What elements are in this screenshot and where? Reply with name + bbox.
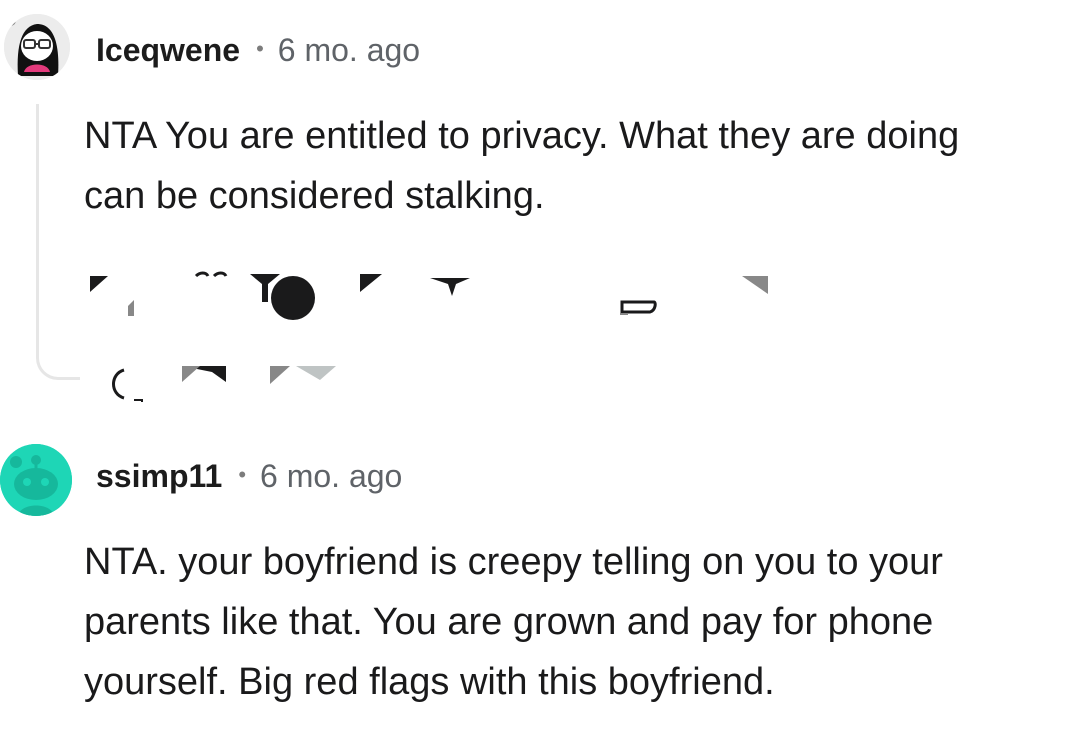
vote-count-fragment xyxy=(194,271,228,278)
snoo-avatar-icon xyxy=(0,444,72,516)
comment-text-line: NTA. your boyfriend is creepy telling on… xyxy=(84,541,943,583)
meta-separator: • xyxy=(238,461,247,487)
user-avatar[interactable] xyxy=(4,14,70,80)
more-options-icon[interactable] xyxy=(742,276,768,294)
reply-icon[interactable] xyxy=(360,274,382,292)
username[interactable]: ssimp11 xyxy=(96,458,222,495)
user-avatar[interactable] xyxy=(0,444,72,516)
comment-thread: Iceqwene • 6 mo. ago NTA You are entitle… xyxy=(0,0,1080,737)
collapse-replies-icon[interactable] xyxy=(112,368,143,402)
comment-text-line: yourself. Big red flags with this boyfri… xyxy=(84,661,775,703)
reply-action-icon[interactable] xyxy=(182,366,226,382)
username[interactable]: Iceqwene xyxy=(96,32,240,69)
comment-text-line: can be considered stalking. xyxy=(84,175,545,217)
downvote-icon[interactable] xyxy=(250,274,315,320)
meta-separator: • xyxy=(256,35,264,61)
share-icon[interactable] xyxy=(620,300,657,315)
upvote-icon[interactable] xyxy=(90,276,134,316)
comment-text-line: NTA You are entitled to privacy. What th… xyxy=(84,115,960,157)
comment-meta: ssimp11 • 6 mo. ago xyxy=(96,458,402,495)
award-icon[interactable] xyxy=(430,278,470,296)
snoo-avatar-glasses-icon xyxy=(4,14,70,80)
comment-age: 6 mo. ago xyxy=(260,458,403,494)
comment-actions-row xyxy=(90,271,768,402)
comment-meta: Iceqwene • 6 mo. ago xyxy=(96,32,420,69)
comment-age: 6 mo. ago xyxy=(277,32,421,68)
comment-body: NTA You are entitled to privacy. What th… xyxy=(84,106,1074,226)
award-action-icon[interactable] xyxy=(270,366,336,384)
comment-text-line: parents like that. You are grown and pay… xyxy=(84,601,934,643)
comment-body: NTA. your boyfriend is creepy telling on… xyxy=(84,532,1074,712)
